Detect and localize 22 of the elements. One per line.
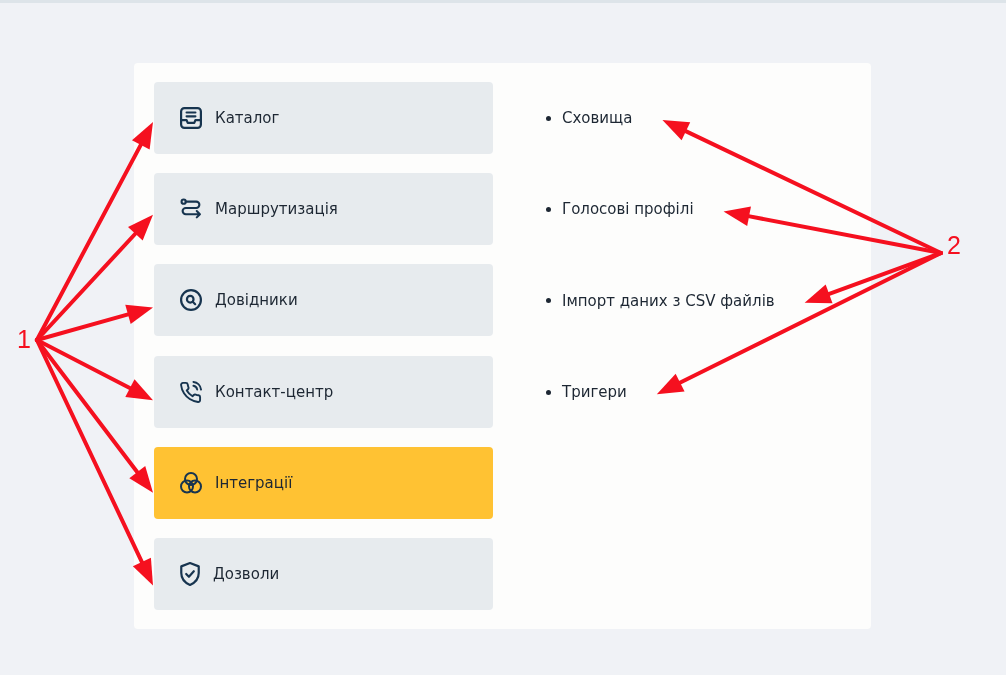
bullet-icon [546,298,551,304]
menu-item[interactable]: Інтеграції [154,446,493,519]
submenu-item[interactable]: Імпорт даних з CSV файлів [562,291,775,310]
bullet-icon [546,206,551,212]
menu-item[interactable]: Каталог [154,82,493,154]
callout-label: 1 [17,325,31,353]
bullet-icon [546,389,551,395]
circles-icon [180,471,202,494]
menu-item[interactable]: Контакт-центр [154,355,493,428]
submenu-item[interactable]: Голосові профілі [562,200,694,219]
search-icon [180,289,202,312]
menu-item[interactable]: Маршрутизація [154,173,493,246]
route-icon [180,198,202,221]
callout-label: 2 [947,231,961,259]
submenu-item[interactable]: Сховища [562,109,633,127]
phone-icon [180,380,202,403]
submenu-item[interactable]: Тригери [562,383,627,402]
menu-item[interactable]: Дозволи [154,538,493,610]
bullet-icon [546,115,551,121]
menu-item[interactable]: Довідники [154,264,493,337]
shield-check-icon [180,562,200,587]
tray-icon [180,106,202,129]
